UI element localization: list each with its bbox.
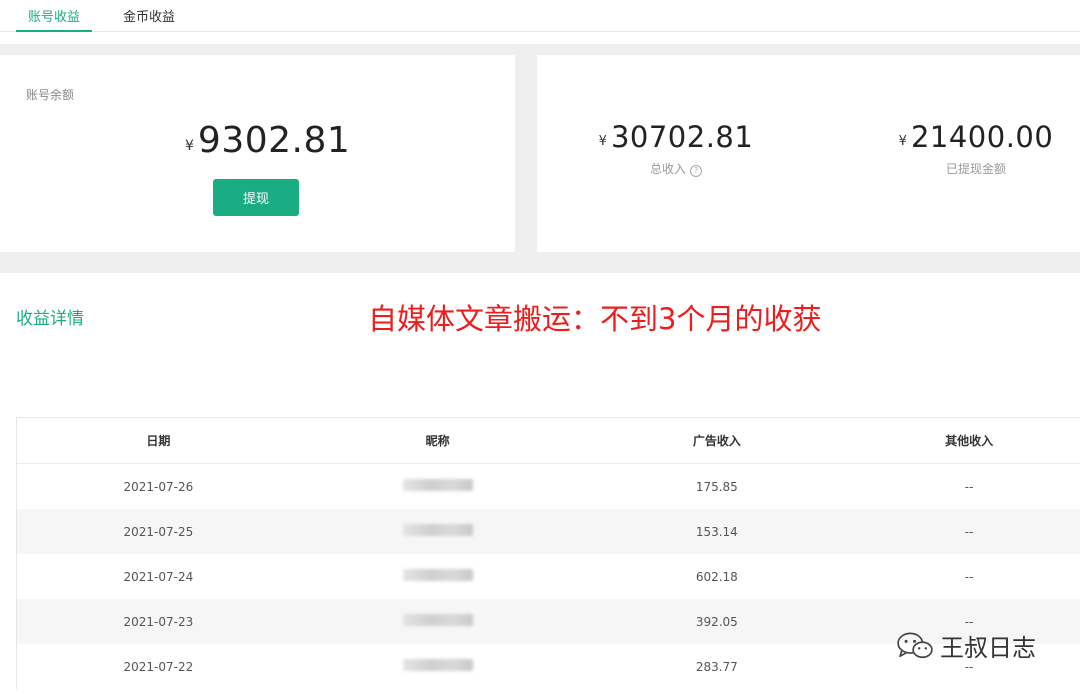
withdrawn-amount: ¥21400.00 [896, 120, 1056, 154]
withdrawn-value: 21400.00 [910, 120, 1054, 154]
blurred-nickname [402, 479, 473, 491]
overlay-caption: 自媒体文章搬运：不到3个月的收获 [368, 302, 822, 336]
other-income-cell: -- [964, 614, 974, 629]
divider-band [0, 44, 1080, 55]
blurred-nickname [402, 614, 473, 626]
tab-account-earnings[interactable]: 账号收益 [15, 6, 93, 32]
other-income-cell: -- [964, 569, 974, 584]
ad-income-cell: 392.05 [695, 614, 738, 629]
table-header-row: 日期 昵称 广告收入 其他收入 [17, 418, 1080, 464]
ad-income-cell: 602.18 [695, 569, 738, 584]
card-gap [515, 55, 537, 253]
nickname-cell [300, 614, 576, 629]
ad-income-cell: 175.85 [695, 479, 738, 494]
date-cell: 2021-07-24 [123, 569, 194, 584]
withdrawn-stat: ¥21400.00 已提现金额 [896, 120, 1056, 177]
ad-income-cell: 153.14 [695, 524, 738, 539]
watermark: 王叔日志 [896, 628, 1036, 663]
total-income-value: 30702.81 [610, 120, 754, 154]
column-header-date: 日期 [146, 434, 171, 448]
total-income-amount: ¥30702.81 [596, 120, 756, 154]
nickname-cell [300, 659, 576, 674]
nickname-cell [300, 479, 576, 494]
wechat-icon [897, 632, 933, 658]
blurred-nickname [402, 524, 473, 536]
column-header-other-income: 其他收入 [945, 434, 994, 448]
total-income-label-row: 总收入? [596, 160, 756, 177]
table-row: 2021-07-25 153.14 -- [17, 509, 1080, 554]
blurred-nickname [402, 659, 473, 671]
balance-label: 账号余额 [26, 88, 75, 102]
blurred-nickname [402, 569, 473, 581]
date-cell: 2021-07-25 [123, 524, 194, 539]
date-cell: 2021-07-23 [123, 614, 194, 629]
column-header-nickname: 昵称 [425, 434, 450, 448]
withdrawn-label: 已提现金额 [945, 162, 1006, 176]
other-income-cell: -- [964, 524, 974, 539]
date-cell: 2021-07-22 [123, 659, 194, 674]
total-income-stat: ¥30702.81 总收入? [596, 120, 756, 177]
withdraw-button[interactable]: 提现 [213, 179, 299, 216]
balance-value: 9302.81 [197, 120, 351, 161]
total-income-label: 总收入 [649, 162, 686, 176]
tab-bar: 账号收益 金币收益 [0, 0, 1080, 32]
watermark-text: 王叔日志 [940, 634, 1036, 662]
tab-coin-earnings[interactable]: 金币收益 [123, 6, 175, 25]
date-cell: 2021-07-26 [123, 479, 194, 494]
currency-symbol: ¥ [898, 134, 907, 149]
table-row: 2021-07-26 175.85 -- [17, 464, 1080, 509]
currency-symbol: ¥ [598, 134, 607, 149]
earnings-details-title: 收益详情 [16, 309, 84, 329]
ad-income-cell: 283.77 [695, 659, 738, 674]
currency-symbol: ¥ [185, 138, 194, 154]
table-row: 2021-07-24 602.18 -- [17, 554, 1080, 599]
help-icon[interactable]: ? [690, 165, 702, 177]
nickname-cell [300, 524, 576, 539]
divider-band [0, 252, 1080, 273]
balance-amount: ¥9302.81 [185, 120, 350, 161]
column-header-ad-income: 广告收入 [692, 434, 741, 448]
other-income-cell: -- [964, 479, 974, 494]
nickname-cell [300, 569, 576, 584]
